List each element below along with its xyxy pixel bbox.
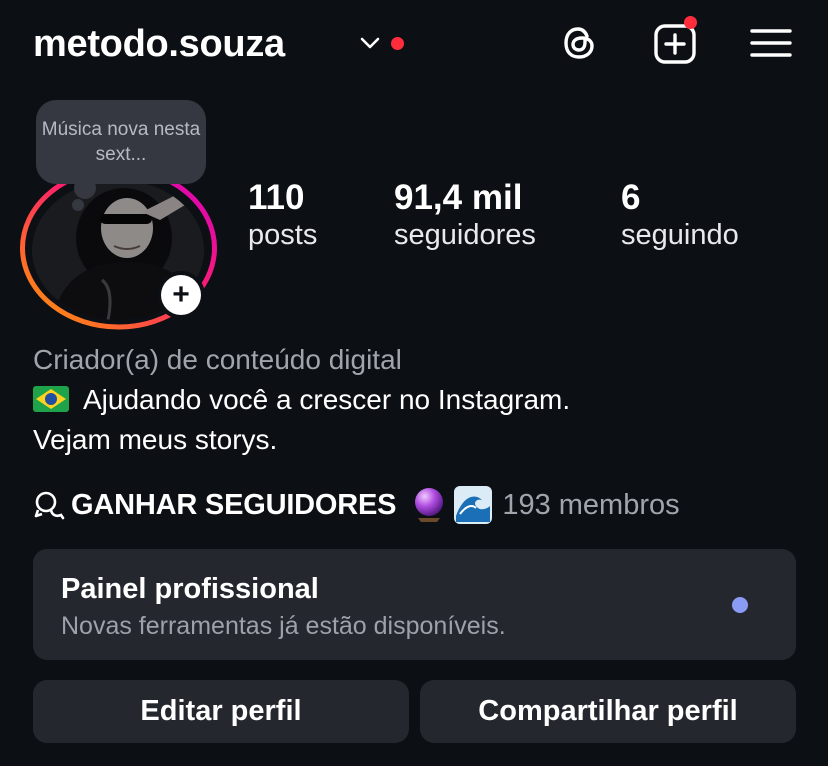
menu-icon[interactable] [748,20,794,66]
dashboard-new-dot [732,597,748,613]
bio-text-1: Ajudando você a crescer no Instagram. [83,384,571,415]
stat-value: 6 [621,178,641,217]
stat-label: posts [248,219,318,251]
edit-profile-button[interactable]: Editar perfil [33,680,409,743]
stat-value: 91,4 mil [394,178,523,217]
plus-icon: + [161,275,201,315]
bio-line-1: Ajudando você a crescer no Instagram. [33,381,570,419]
stat-posts[interactable]: 110 posts [248,178,317,252]
channel-members: 193 membros [502,488,680,521]
note-text: Música nova nesta sext... [41,119,201,165]
account-notification-dot [391,37,404,50]
profile-username[interactable]: metodo.souza [33,20,285,68]
stat-label: seguindo [621,219,739,251]
brazil-flag-icon [33,386,69,412]
threads-icon[interactable] [556,20,602,66]
note-bubble-tail-small [72,199,84,211]
create-notification-dot [684,16,697,29]
stat-label: seguidores [394,219,536,251]
stat-following[interactable]: 6 seguindo [621,178,739,252]
dashboard-subtitle: Novas ferramentas já estão disponíveis. [61,612,506,640]
stat-value: 110 [248,178,305,217]
profile-note[interactable]: Música nova nesta sext... [36,100,206,184]
profile-category: Criador(a) de conteúdo digital [33,344,402,375]
channel-name: GANHAR SEGUIDORES [71,488,397,521]
crystal-ball-icon [415,488,444,522]
stat-followers[interactable]: 91,4 mil seguidores [394,178,536,252]
add-story-button[interactable]: + [157,271,205,319]
chevron-down-icon[interactable] [358,31,382,55]
broadcast-channel-link[interactable]: GANHAR SEGUIDORES 193 membros [33,485,680,525]
bio-line-2: Vejam meus storys. [33,424,278,455]
chat-bubbles-icon [34,491,65,520]
dashboard-title: Painel profissional [61,573,319,605]
wave-icon [454,486,493,524]
share-profile-button[interactable]: Compartilhar perfil [420,680,796,743]
